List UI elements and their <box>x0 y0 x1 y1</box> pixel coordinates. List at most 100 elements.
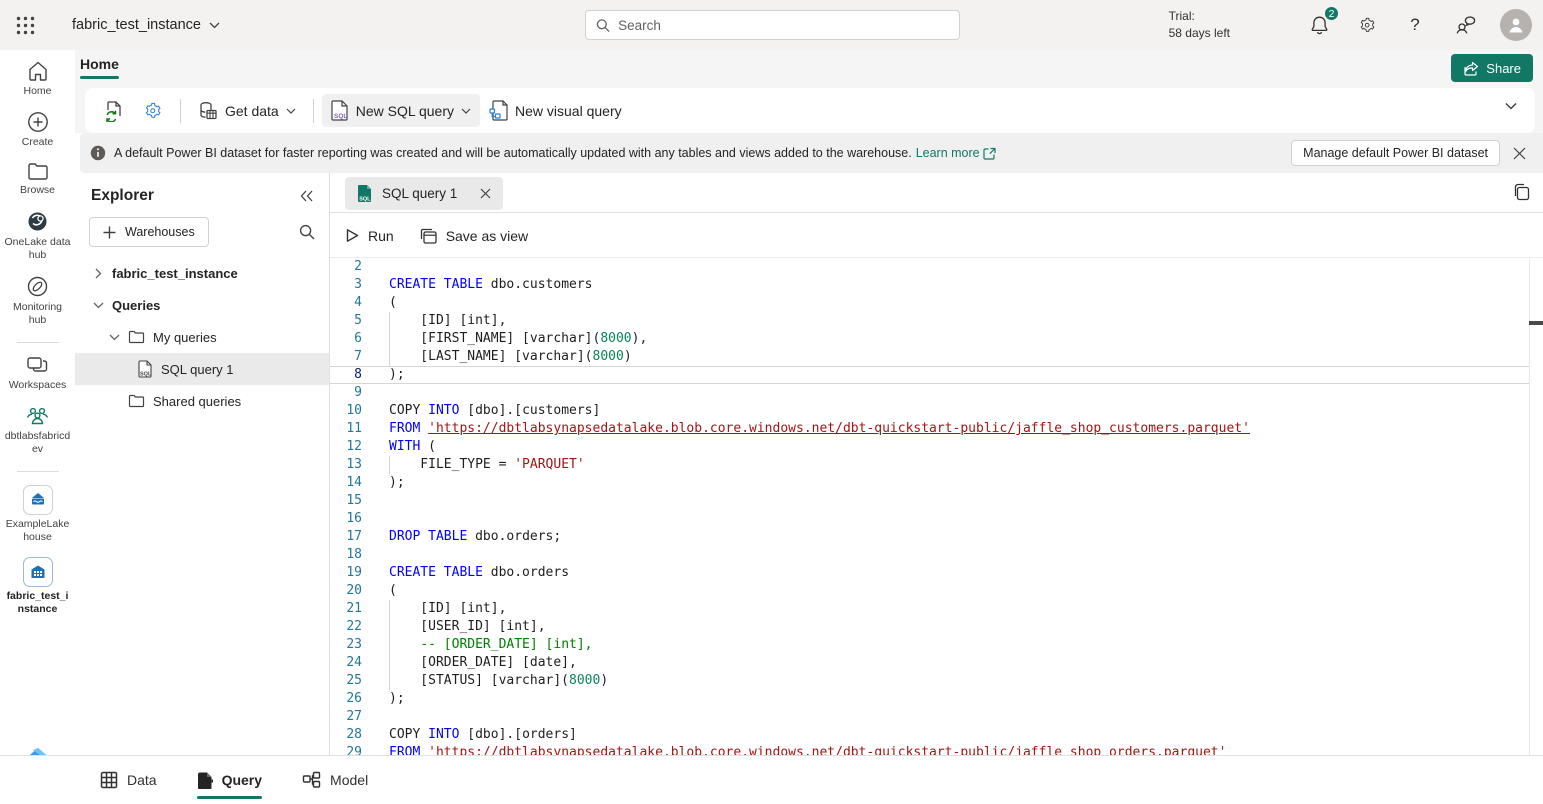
tab-sql-query-1[interactable]: SQL SQL query 1 <box>345 177 503 210</box>
code-line: 18 <box>330 546 1529 564</box>
copy-icon[interactable] <box>1513 183 1530 201</box>
code-line: 21 [ID] [int], <box>330 600 1529 618</box>
help-button[interactable]: ? <box>1401 11 1429 39</box>
nav-workspaces[interactable]: Workspaces <box>2 356 74 392</box>
new-sql-query-button[interactable]: SQL New SQL query <box>322 94 480 127</box>
feedback-icon <box>1455 16 1476 34</box>
explorer-panel: Explorer Warehouses fabric_test_instance… <box>75 173 330 755</box>
get-data-button[interactable]: Get data <box>189 95 305 127</box>
person-icon <box>1507 16 1525 34</box>
monitoring-icon <box>26 275 49 298</box>
add-warehouses-button[interactable]: Warehouses <box>89 217 209 247</box>
code-line: 15 <box>330 492 1529 510</box>
code-line: 20( <box>330 582 1529 600</box>
code-line: 26); <box>330 690 1529 708</box>
search-icon <box>596 18 610 33</box>
tree-item-shared-queries[interactable]: Shared queries <box>75 385 329 417</box>
settings-tool-button[interactable] <box>134 95 172 127</box>
manage-default-dataset-button[interactable]: Manage default Power BI dataset <box>1291 140 1500 166</box>
onelake-icon <box>26 210 49 233</box>
tree-item-warehouse[interactable]: fabric_test_instance <box>75 257 329 289</box>
workspaces-icon <box>26 356 49 376</box>
people-group-icon <box>25 405 50 427</box>
collapse-panel-icon[interactable] <box>300 190 313 202</box>
question-mark-icon: ? <box>1410 15 1419 35</box>
play-icon <box>346 228 359 243</box>
run-button[interactable]: Run <box>346 228 394 244</box>
query-tab-strip: SQL SQL query 1 <box>330 173 1543 213</box>
info-icon <box>90 145 106 161</box>
share-button[interactable]: Share <box>1451 54 1533 82</box>
tab-model[interactable]: Model <box>302 756 368 804</box>
query-editor-area: SQL SQL query 1 Run Save as view 23CREAT… <box>330 173 1543 755</box>
sql-file-green-icon: SQL <box>357 184 373 203</box>
home-icon <box>27 60 49 82</box>
chevron-down-icon <box>461 108 471 114</box>
code-line: 4( <box>330 294 1529 312</box>
explorer-tree: fabric_test_instance Queries My queries … <box>75 257 329 417</box>
nav-home[interactable]: Home <box>2 60 74 98</box>
workspace-name: fabric_test_instance <box>72 17 201 33</box>
nav-workspace-dbtlabsfabricdev[interactable]: dbtlabsfabricdev <box>2 405 74 456</box>
document-refresh-icon <box>104 100 125 122</box>
chevron-down-icon <box>108 334 120 341</box>
search-icon[interactable] <box>299 224 315 240</box>
toolbar-divider <box>180 99 181 123</box>
editor-overview-ruler[interactable] <box>1529 258 1543 755</box>
notifications-button[interactable]: 2 <box>1305 11 1333 39</box>
rail-divider <box>17 342 59 343</box>
search-input[interactable] <box>618 18 949 33</box>
nav-monitoring-hub[interactable]: Monitoring hub <box>2 275 74 327</box>
banner-text: A default Power BI dataset for faster re… <box>114 146 912 160</box>
code-line: 25 [STATUS] [varchar](8000) <box>330 672 1529 690</box>
share-icon <box>1463 61 1479 76</box>
model-icon <box>302 771 321 789</box>
nav-create[interactable]: Create <box>2 111 74 149</box>
folder-icon <box>128 394 145 408</box>
app-launcher-waffle-icon[interactable] <box>0 0 50 50</box>
fabric-app-window: fabric_test_instance Trial: 58 days left… <box>0 0 1543 804</box>
new-visual-query-button[interactable]: New visual query <box>480 94 631 127</box>
collapse-ribbon-chevron-icon[interactable] <box>1505 102 1517 110</box>
nav-item-fabric-test-instance[interactable]: fabric_test_instance <box>2 557 74 616</box>
avatar[interactable] <box>1500 9 1532 41</box>
workspace-switcher[interactable]: fabric_test_instance <box>72 17 220 33</box>
folder-icon <box>27 162 49 181</box>
close-tab-icon[interactable] <box>480 188 491 199</box>
tree-item-sql-query-1[interactable]: SQL SQL query 1 <box>75 353 329 385</box>
code-line: 17DROP TABLE dbo.orders; <box>330 528 1529 546</box>
toolbar-divider <box>313 99 314 123</box>
tree-item-queries[interactable]: Queries <box>75 289 329 321</box>
nav-browse[interactable]: Browse <box>2 162 74 197</box>
notification-count-badge: 2 <box>1323 5 1340 22</box>
learn-more-link[interactable]: Learn more <box>916 146 996 160</box>
nav-item-examplelakehouse[interactable]: ExampleLakehouse <box>2 485 74 544</box>
overview-ruler-mark <box>1529 321 1543 325</box>
code-line: 23 -- [ORDER_DATE] [int], <box>330 636 1529 654</box>
feedback-button[interactable] <box>1451 11 1479 39</box>
tree-item-my-queries[interactable]: My queries <box>75 321 329 353</box>
save-as-view-button[interactable]: Save as view <box>420 228 528 244</box>
nav-onelake-data-hub[interactable]: OneLake data hub <box>2 210 74 262</box>
code-line: 5 [ID] [int], <box>330 312 1529 330</box>
database-icon <box>198 101 218 121</box>
code-editor[interactable]: 23CREATE TABLE dbo.customers4(5 [ID] [in… <box>330 258 1543 755</box>
top-bar: fabric_test_instance Trial: 58 days left… <box>0 0 1543 50</box>
banner-close-icon[interactable] <box>1505 139 1533 167</box>
svg-text:SQL: SQL <box>140 372 152 378</box>
settings-button[interactable] <box>1353 11 1381 39</box>
global-search[interactable] <box>585 10 960 40</box>
left-nav-rail: Home Create Browse OneLake data hub Moni… <box>0 50 75 804</box>
chevron-down-icon <box>209 22 220 29</box>
sql-file-icon: SQL <box>331 100 349 121</box>
code-line: 2 <box>330 258 1529 276</box>
folder-icon <box>128 330 145 344</box>
code-line: 27 <box>330 708 1529 726</box>
tab-home[interactable]: Home <box>80 56 119 79</box>
circle-plus-icon <box>27 111 49 133</box>
tab-data[interactable]: Data <box>100 756 157 804</box>
refresh-button[interactable] <box>95 94 134 128</box>
tab-query[interactable]: Query <box>197 756 262 804</box>
rail-divider <box>17 471 59 472</box>
code-line: 22 [USER_ID] [int], <box>330 618 1529 636</box>
